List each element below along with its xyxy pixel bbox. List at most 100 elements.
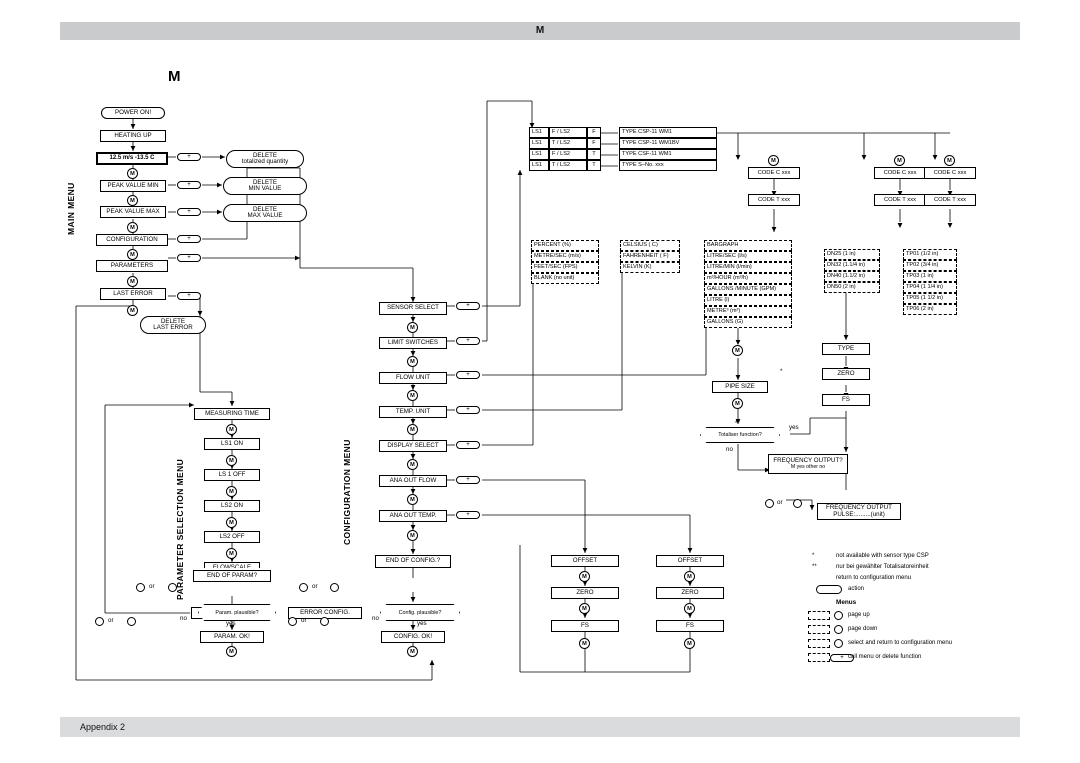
- ls-row-3-right[interactable]: T: [587, 160, 601, 171]
- temp-option-0[interactable]: CELSIUS ( C): [620, 240, 680, 251]
- m-button[interactable]: M: [579, 603, 590, 614]
- sensor-type-2[interactable]: TYPE CSF-11 WM1: [619, 149, 717, 160]
- m-button[interactable]: M: [407, 356, 418, 367]
- sensor-type-0[interactable]: TYPE CSP-11 WM1: [619, 127, 717, 138]
- delete-max-node[interactable]: DELETE MAX VALUE: [223, 204, 307, 222]
- code-c-0[interactable]: CODE C xxx: [748, 167, 800, 179]
- m-button[interactable]: M: [407, 322, 418, 333]
- ls-row-1-mid[interactable]: T / LS2: [549, 138, 587, 149]
- plus-button[interactable]: +: [456, 371, 480, 379]
- m-button[interactable]: M: [127, 305, 138, 316]
- flow-option-1[interactable]: LITRE/SEC (l/s): [704, 251, 792, 262]
- m-button[interactable]: M: [684, 603, 695, 614]
- m-button[interactable]: M: [127, 195, 138, 206]
- flow-option-3[interactable]: m³/HOUR (m³/h): [704, 273, 792, 284]
- plus-button[interactable]: +: [456, 511, 480, 519]
- ls-row-0-right[interactable]: F: [587, 127, 601, 138]
- m-button[interactable]: M: [407, 390, 418, 401]
- plus-button[interactable]: +: [177, 181, 201, 189]
- m-button[interactable]: M: [226, 548, 237, 559]
- heating-up-node[interactable]: HEATING UP: [100, 130, 166, 142]
- display-option-1[interactable]: METRE/SEC (m/s): [531, 251, 599, 262]
- ls-row-1-left[interactable]: LS1: [529, 138, 549, 149]
- m-button[interactable]: M: [127, 168, 138, 179]
- tp-option-0[interactable]: TP01 (1/2 in): [903, 249, 957, 260]
- plus-button[interactable]: +: [456, 337, 480, 345]
- measuring-time-node[interactable]: MEASURING TIME: [194, 408, 270, 420]
- plus-button[interactable]: +: [177, 254, 201, 262]
- flow-option-6[interactable]: METRE³ (m³): [704, 306, 792, 317]
- ls-row-2-mid[interactable]: F / LS2: [549, 149, 587, 160]
- m-button[interactable]: M: [732, 345, 743, 356]
- zero-node-right[interactable]: ZERO: [822, 368, 870, 380]
- end-of-config-node[interactable]: END OF CONFIG.?: [375, 555, 451, 568]
- m-button[interactable]: M: [684, 571, 695, 582]
- flow-option-2[interactable]: LITRE/MIN (l/min): [704, 262, 792, 273]
- power-on-node[interactable]: POWER ON!: [101, 107, 165, 119]
- m-button[interactable]: M: [127, 249, 138, 260]
- m-button[interactable]: M: [579, 571, 590, 582]
- option-circle[interactable]: [765, 499, 774, 508]
- ls2-off-node[interactable]: LS2 OFF: [204, 531, 260, 543]
- m-button[interactable]: M: [127, 222, 138, 233]
- option-circle[interactable]: [793, 499, 802, 508]
- display-option-2[interactable]: FEET/SEC (FPS): [531, 262, 599, 273]
- temp-option-1[interactable]: FAHRENHEIT ( F): [620, 251, 680, 262]
- m-button[interactable]: M: [226, 646, 237, 657]
- dn-option-3[interactable]: DN50 (2 in): [824, 282, 880, 293]
- pipe-size-node[interactable]: PIPE SIZE: [712, 381, 768, 393]
- m-button[interactable]: M: [226, 455, 237, 466]
- m-button[interactable]: M: [944, 155, 955, 166]
- flow-option-7[interactable]: GALLONS (G): [704, 317, 792, 328]
- ls-row-3-left[interactable]: LS1: [529, 160, 549, 171]
- tp-option-3[interactable]: TP04 (1 1/4 in): [903, 282, 957, 293]
- m-button[interactable]: M: [226, 486, 237, 497]
- ls2-on-node[interactable]: LS2 ON: [204, 500, 260, 512]
- type-node[interactable]: TYPE: [822, 343, 870, 355]
- offset-node-1[interactable]: OFFSET: [551, 555, 619, 567]
- m-button[interactable]: M: [768, 155, 779, 166]
- tp-option-1[interactable]: TP02 (3/4 in): [903, 260, 957, 271]
- m-button[interactable]: M: [579, 638, 590, 649]
- option-circle[interactable]: [299, 583, 308, 592]
- ls-row-3-mid[interactable]: T / LS2: [549, 160, 587, 171]
- display-select-node[interactable]: DISPLAY SELECT: [379, 440, 447, 452]
- fs-node-2[interactable]: FS: [656, 620, 724, 632]
- plus-button[interactable]: +: [177, 292, 201, 300]
- dn-option-1[interactable]: DN32 (1.1/4 in): [824, 260, 880, 271]
- tp-option-5[interactable]: TP06 (2 in): [903, 304, 957, 315]
- sensor-select-node[interactable]: SENSOR SELECT: [379, 302, 447, 315]
- code-c-1[interactable]: CODE C xxx: [874, 167, 926, 179]
- ls1-on-node[interactable]: LS1 ON: [204, 438, 260, 450]
- code-c-2[interactable]: CODE C xxx: [924, 167, 976, 179]
- plus-button[interactable]: +: [456, 302, 480, 310]
- dn-option-0[interactable]: DN25 (1 in): [824, 249, 880, 260]
- m-button[interactable]: M: [226, 517, 237, 528]
- sensor-type-3[interactable]: TYPE S–No. xxx: [619, 160, 717, 171]
- limit-switches-node[interactable]: LIMIT SWITCHES: [379, 337, 447, 349]
- ana-out-temp-node[interactable]: ANA OUT TEMP.: [379, 510, 447, 522]
- fs-node-1[interactable]: FS: [551, 620, 619, 632]
- delete-last-error-node[interactable]: DELETE LAST ERROR: [140, 316, 206, 334]
- m-button[interactable]: M: [226, 424, 237, 435]
- ls-row-2-left[interactable]: LS1: [529, 149, 549, 160]
- delete-min-node[interactable]: DELETE MIN VALUE: [223, 177, 307, 195]
- m-button[interactable]: M: [407, 494, 418, 505]
- last-error-node[interactable]: LAST ERROR: [100, 288, 166, 300]
- flow-unit-node[interactable]: FLOW UNIT: [379, 372, 447, 384]
- plus-button[interactable]: +: [456, 476, 480, 484]
- end-of-param-node[interactable]: END OF PARAM?: [193, 570, 271, 582]
- ls1-off-node[interactable]: LS 1 OFF: [204, 469, 260, 481]
- ls-row-0-left[interactable]: LS1: [529, 127, 549, 138]
- m-button[interactable]: M: [894, 155, 905, 166]
- code-t-0[interactable]: CODE T xxx: [748, 194, 800, 206]
- m-button[interactable]: M: [407, 646, 418, 657]
- plus-button[interactable]: +: [177, 153, 201, 161]
- configuration-node[interactable]: CONFIGURATION: [96, 234, 168, 246]
- flow-option-0[interactable]: BARGRAPH: [704, 240, 792, 251]
- peak-value-min-node[interactable]: PEAK VALUE MIN: [100, 180, 166, 192]
- display-option-3[interactable]: BLANK (no unit): [531, 273, 599, 284]
- reading-node[interactable]: 12.5 m/s -13.5 C: [96, 152, 168, 165]
- m-button[interactable]: M: [407, 459, 418, 470]
- code-t-2[interactable]: CODE T xxx: [924, 194, 976, 206]
